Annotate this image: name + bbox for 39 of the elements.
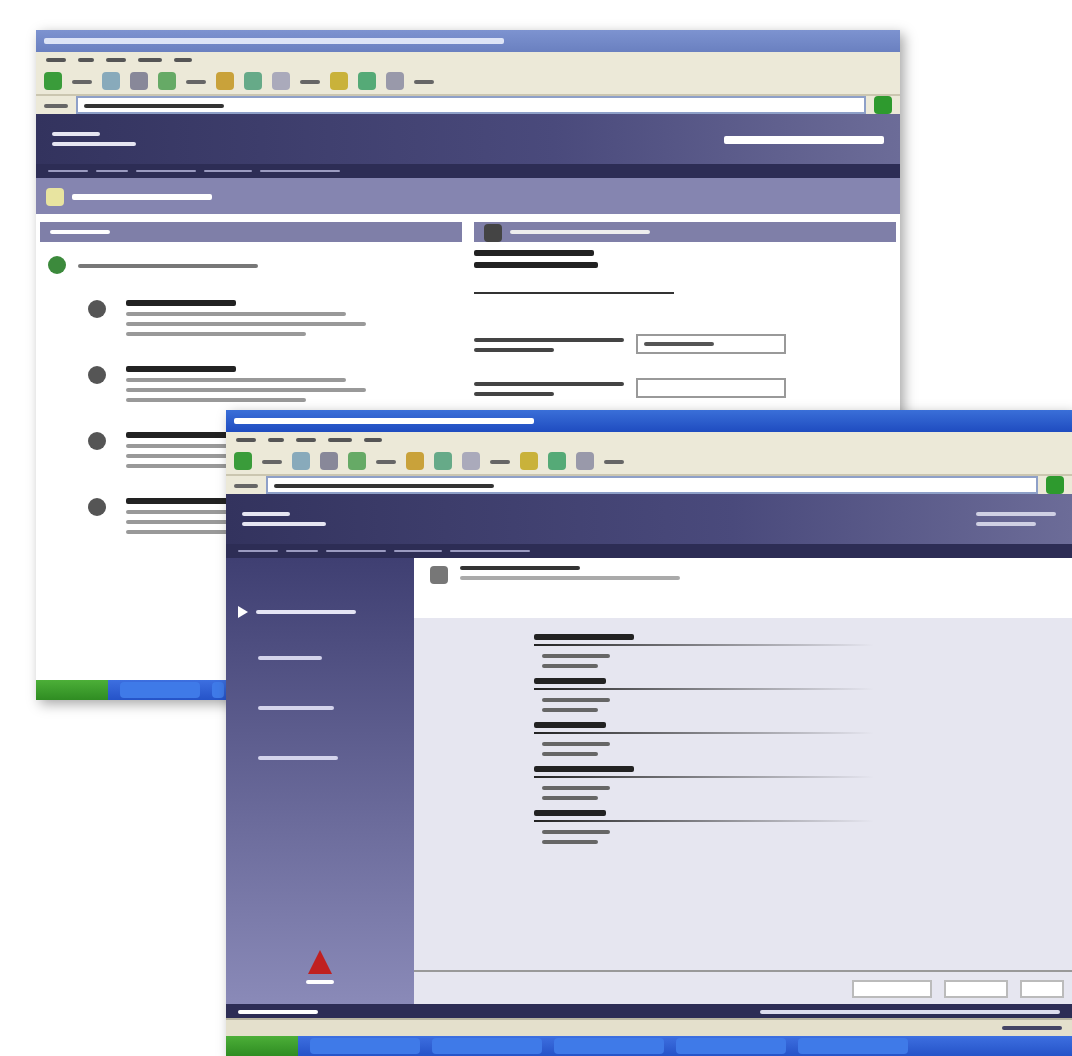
blurred-text — [534, 810, 606, 816]
taskbar-button[interactable] — [120, 682, 200, 698]
blurred-text — [126, 300, 236, 306]
step-icon — [88, 300, 106, 318]
blurred-text — [534, 678, 606, 684]
blurred-text — [534, 722, 606, 728]
taskbar-button[interactable] — [310, 1038, 420, 1054]
arrow-icon — [238, 606, 248, 618]
taskbar-button[interactable] — [798, 1038, 908, 1054]
footer-button[interactable] — [852, 979, 932, 997]
step-icon — [88, 498, 106, 516]
step-icon — [88, 366, 106, 384]
taskbar-button[interactable] — [676, 1038, 786, 1054]
footer-button[interactable] — [944, 979, 1008, 997]
taskbar-button[interactable] — [554, 1038, 664, 1054]
blurred-text — [534, 634, 634, 640]
input-field[interactable] — [636, 334, 786, 354]
step-icon — [88, 432, 106, 450]
address-field[interactable] — [266, 476, 1038, 494]
globe-icon — [48, 256, 66, 274]
toolbar-icon — [44, 72, 62, 90]
blurred-text — [474, 262, 598, 268]
address-field[interactable] — [76, 96, 866, 114]
toolbar-icon — [234, 452, 252, 470]
taskbar-button[interactable] — [212, 682, 224, 698]
page-icon — [46, 187, 64, 205]
go-icon — [1046, 476, 1064, 494]
blurred-text — [126, 366, 236, 372]
blurred-text — [72, 193, 212, 199]
go-icon — [874, 96, 892, 114]
start-button[interactable] — [36, 680, 108, 700]
footer-button[interactable] — [1020, 979, 1064, 997]
blurred-text — [534, 766, 634, 772]
input-field[interactable] — [636, 378, 786, 398]
start-button[interactable] — [226, 1036, 298, 1056]
blurred-text — [474, 250, 594, 256]
user-icon — [484, 223, 502, 241]
taskbar-button[interactable] — [432, 1038, 542, 1054]
tool-icon — [430, 566, 448, 584]
